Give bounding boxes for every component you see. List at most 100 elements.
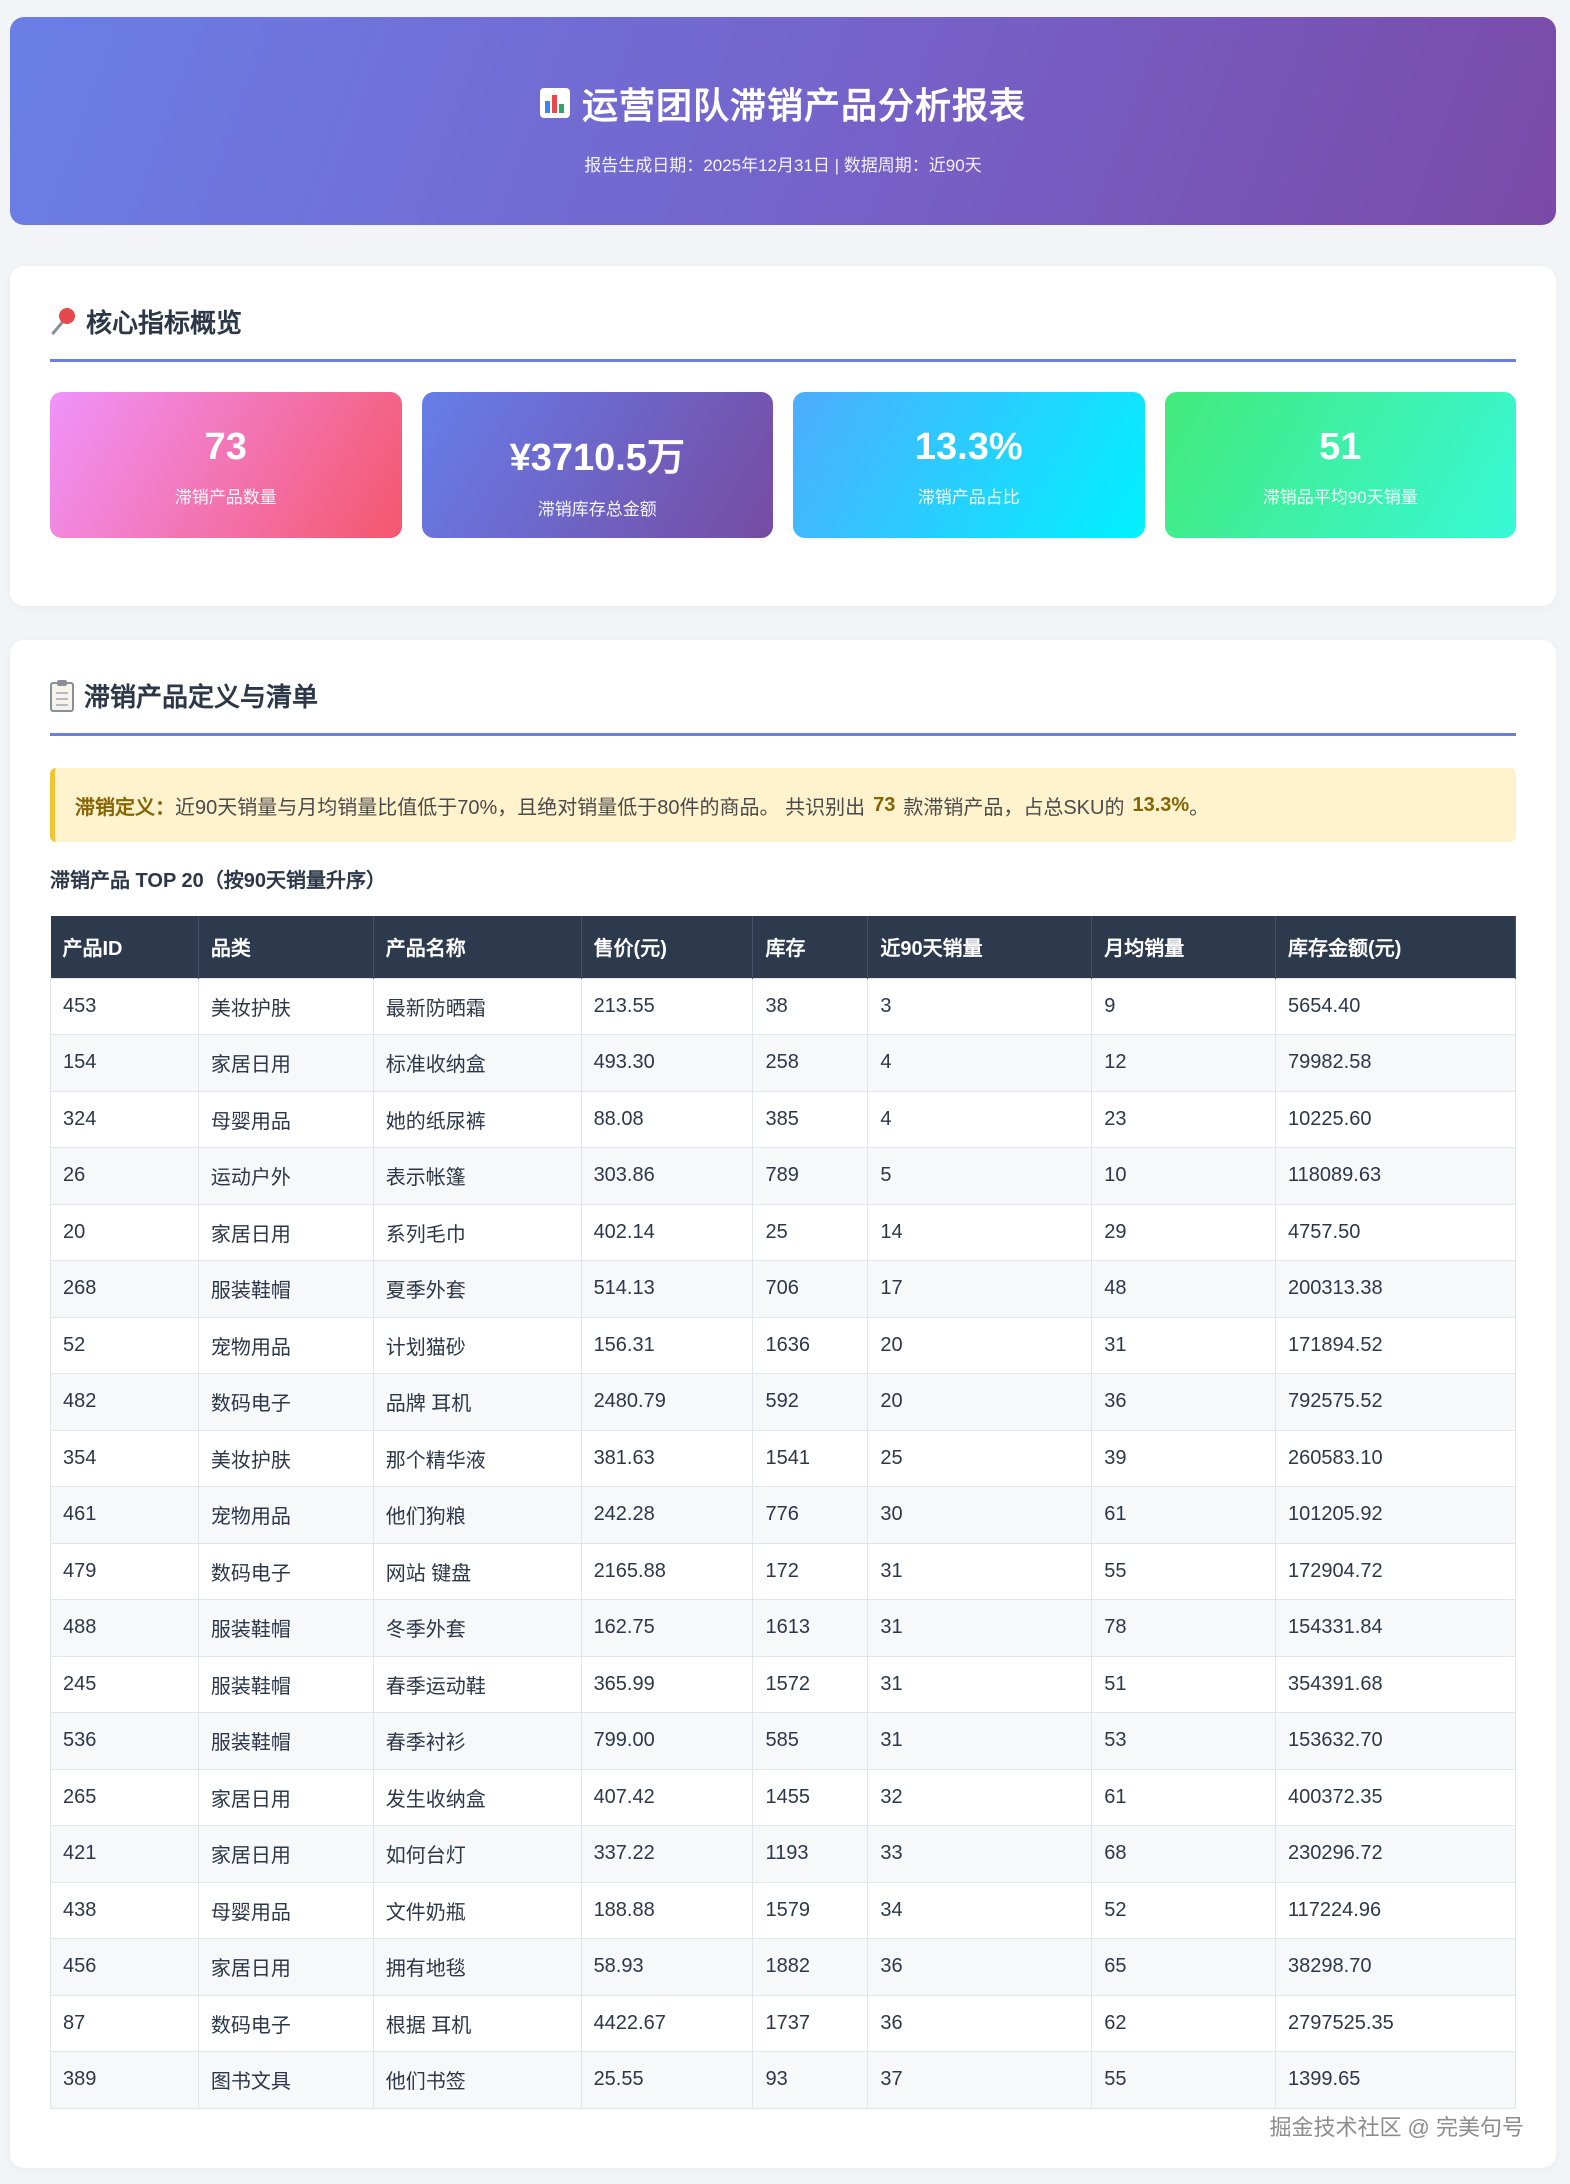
table-cell: 文件奶瓶	[372, 1881, 582, 1939]
table-cell: 冬季外套	[372, 1599, 582, 1657]
pushpin-icon	[50, 306, 76, 336]
table-cell: 家居日用	[197, 1938, 374, 1996]
table-cell: 数码电子	[197, 1542, 374, 1600]
table-cell: 242.28	[580, 1486, 754, 1544]
note-key: 滞销定义：	[75, 796, 175, 819]
table-cell: 55	[1091, 1542, 1277, 1600]
table-row: 453 美妆护肤 最新防晒霜 213.55 38 3 9 5654.40	[50, 977, 1516, 1035]
table-cell: 9	[1091, 977, 1277, 1035]
table-cell: 10	[1091, 1147, 1277, 1205]
table-cell: 258	[752, 1034, 869, 1092]
table-row: 488 服装鞋帽 冬季外套 162.75 1613 31 78 154331.84	[50, 1599, 1516, 1657]
table-row: 268 服装鞋帽 夏季外套 514.13 706 17 48 200313.38	[50, 1260, 1516, 1318]
table-cell: 服装鞋帽	[197, 1599, 374, 1657]
table-cell: 31	[867, 1599, 1093, 1657]
table-cell: 162.75	[580, 1599, 754, 1657]
table-row: 536 服装鞋帽 春季衬衫 799.00 585 31 53 153632.70	[50, 1712, 1516, 1770]
table-cell: 家居日用	[197, 1768, 374, 1826]
bar-chart-icon	[539, 88, 570, 118]
table-cell: 20	[50, 1203, 199, 1261]
table-cell: 表示帐篷	[372, 1147, 582, 1205]
table-cell: 789	[752, 1147, 869, 1205]
table-cell: 48	[1091, 1260, 1277, 1318]
page-title: 运营团队滞销产品分析报表	[581, 85, 1026, 126]
table-cell: 461	[50, 1486, 199, 1544]
column-header: 近90天销量	[867, 916, 1093, 978]
table-cell: 65	[1091, 1938, 1277, 1996]
table-cell: 母婴用品	[197, 1881, 374, 1939]
table-cell: 1572	[752, 1655, 869, 1713]
metric-label: 滞销产品数量	[174, 488, 277, 507]
table-cell: 324	[50, 1090, 199, 1148]
metric-label: 滞销品平均90天销量	[1262, 488, 1418, 507]
report-subtitle: 报告生成日期：2025年12月31日 | 数据周期：近90天	[584, 156, 982, 175]
table-cell: 39	[1091, 1429, 1277, 1487]
table-cell: 那个精华液	[372, 1429, 582, 1487]
table-cell: 52	[50, 1316, 199, 1374]
table-cell: 117224.96	[1275, 1881, 1516, 1939]
table-cell: 536	[50, 1712, 199, 1770]
column-header: 月均销量	[1091, 916, 1277, 978]
table-cell: 354	[50, 1429, 199, 1487]
table-cell: 家居日用	[197, 1825, 374, 1883]
table-cell: 55	[1091, 2051, 1277, 2109]
table-cell: 799.00	[580, 1712, 754, 1770]
table-cell: 5	[867, 1147, 1093, 1205]
table-cell: 品牌 耳机	[372, 1373, 582, 1431]
table-cell: 438	[50, 1881, 199, 1939]
table-cell: 拥有地毯	[372, 1938, 582, 1996]
table-cell: 数码电子	[197, 1373, 374, 1431]
table-cell: 夏季外套	[372, 1260, 582, 1318]
note-text: 款滞销产品，占总SKU的	[903, 796, 1125, 819]
list-section-header: 滞销产品定义与清单	[50, 680, 1516, 736]
column-header: 产品名称	[373, 916, 582, 978]
table-cell: 1193	[752, 1825, 869, 1883]
table-cell: 10225.60	[1275, 1090, 1516, 1148]
table-cell: 171894.52	[1275, 1316, 1516, 1374]
table-row: 52 宠物用品 计划猫砂 156.31 1636 20 31 171894.52	[50, 1316, 1516, 1374]
table-row: 461 宠物用品 他们狗粮 242.28 776 30 61 101205.92	[50, 1486, 1516, 1544]
table-cell: 5654.40	[1275, 977, 1516, 1035]
table-cell: 2797525.35	[1275, 1994, 1516, 2052]
metric-value: 13.3%	[914, 426, 1023, 468]
table-cell: 25	[752, 1203, 869, 1261]
table-cell: 265	[50, 1768, 199, 1826]
table-cell: 153632.70	[1275, 1712, 1516, 1770]
table-row: 265 家居日用 发生收纳盒 407.42 1455 32 61 400372.35	[50, 1768, 1516, 1826]
table-cell: 25	[867, 1429, 1093, 1487]
table-cell: 春季运动鞋	[372, 1655, 582, 1713]
table-cell: 33	[867, 1825, 1093, 1883]
table-cell: 36	[867, 1938, 1093, 1996]
table-cell: 发生收纳盒	[372, 1768, 582, 1826]
metric-value: 73	[204, 426, 247, 468]
column-header: 库存	[752, 916, 869, 978]
report-header: 运营团队滞销产品分析报表 报告生成日期：2025年12月31日 | 数据周期：近…	[10, 17, 1556, 225]
table-cell: 美妆护肤	[197, 977, 374, 1035]
metric-label: 滞销库存总金额	[537, 500, 657, 519]
metric-value: ¥3710.5万	[509, 437, 685, 479]
table-cell: 1737	[752, 1994, 869, 2052]
metric-card-avg-sales: 51 滞销品平均90天销量	[1164, 392, 1516, 538]
table-cell: 4757.50	[1275, 1203, 1516, 1261]
table-cell: 38	[752, 977, 869, 1035]
table-cell: 31	[867, 1655, 1093, 1713]
table-cell: 88.08	[580, 1090, 754, 1148]
table-cell: 家居日用	[197, 1034, 374, 1092]
table-row: 26 运动户外 表示帐篷 303.86 789 5 10 118089.63	[50, 1147, 1516, 1205]
table-cell: 美妆护肤	[197, 1429, 374, 1487]
table-cell: 1636	[752, 1316, 869, 1374]
table-cell: 337.22	[580, 1825, 754, 1883]
table-row: 245 服装鞋帽 春季运动鞋 365.99 1572 31 51 354391.68	[50, 1655, 1516, 1713]
definition-note: 滞销定义： 近90天销量与月均销量比值低于70%，且绝对销量低于80件的商品。 …	[50, 768, 1516, 842]
table-cell: 12	[1091, 1034, 1277, 1092]
table-cell: 4	[867, 1090, 1093, 1148]
table-row: 354 美妆护肤 那个精华液 381.63 1541 25 39 260583.10	[50, 1429, 1516, 1487]
table-cell: 服装鞋帽	[197, 1260, 374, 1318]
note-text: 近90天销量与月均销量比值低于70%，且绝对销量低于80件的商品。 共识别出	[175, 796, 866, 819]
table-cell: 20	[867, 1316, 1093, 1374]
table-cell: 37	[867, 2051, 1093, 2109]
table-cell: 宠物用品	[197, 1486, 374, 1544]
table-cell: 188.88	[580, 1881, 754, 1939]
table-cell: 宠物用品	[197, 1316, 374, 1374]
table-cell: 图书文具	[197, 2051, 374, 2109]
